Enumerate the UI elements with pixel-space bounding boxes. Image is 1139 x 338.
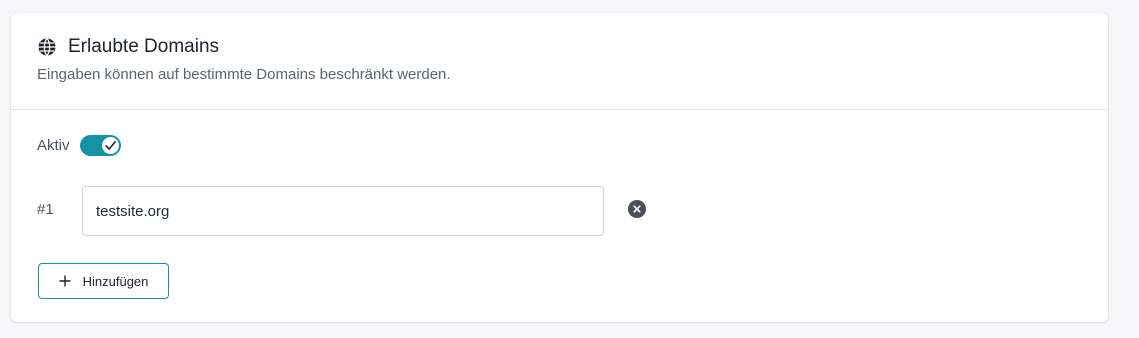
remove-domain-button[interactable] (628, 200, 646, 218)
title-row: Erlaubte Domains (37, 36, 1082, 57)
section-subtitle: Eingaben können auf bestimmte Domains be… (37, 66, 451, 83)
check-icon (104, 141, 116, 150)
toggle-knob (101, 137, 119, 154)
domain-index: #1 (37, 201, 54, 218)
allowed-domains-card: Erlaubte Domains Eingaben können auf bes… (11, 13, 1108, 322)
active-row: Aktiv (37, 135, 121, 156)
active-label: Aktiv (37, 137, 70, 154)
card-header: Erlaubte Domains Eingaben können auf bes… (11, 13, 1108, 110)
globe-icon (37, 37, 57, 57)
domain-input[interactable] (82, 186, 604, 236)
domain-entry-row: #1 (37, 186, 1087, 236)
active-toggle[interactable] (79, 135, 121, 156)
close-icon (633, 205, 641, 213)
add-domain-button[interactable]: Hinzufügen (38, 263, 169, 299)
add-domain-label: Hinzufügen (82, 273, 149, 289)
plus-icon (59, 275, 71, 287)
section-title: Erlaubte Domains (68, 36, 220, 57)
